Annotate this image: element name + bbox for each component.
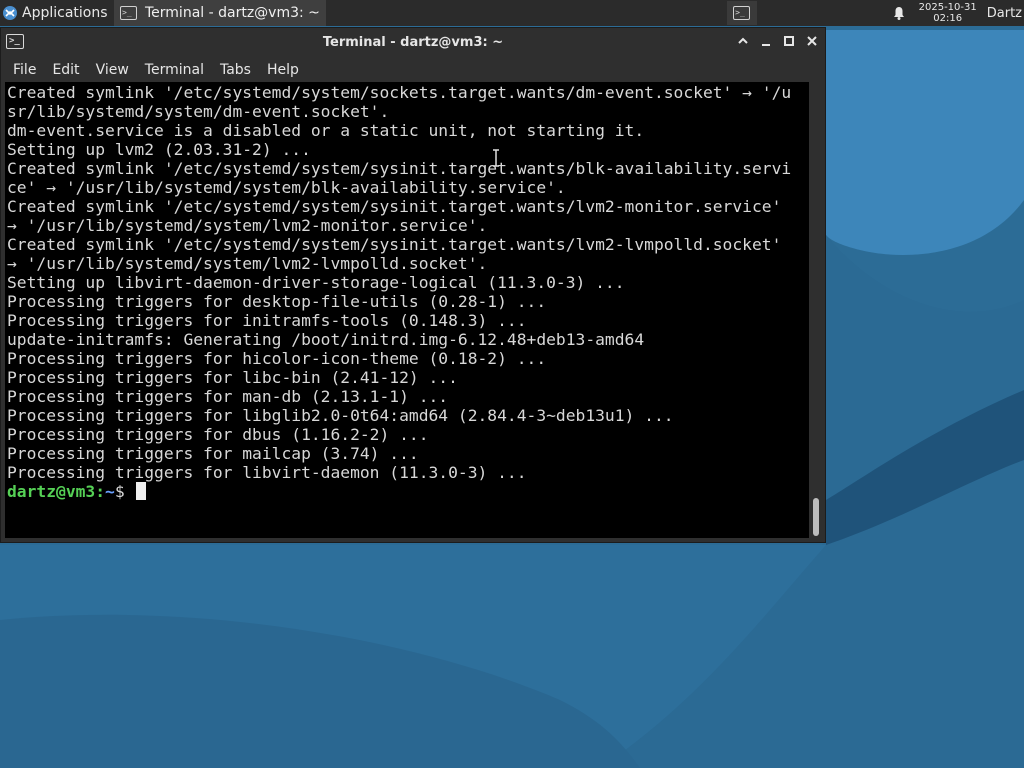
xfce-logo-icon [3, 6, 17, 20]
terminal-line: sr/lib/systemd/system/dm-event.socket'. [7, 102, 390, 121]
terminal-line: Setting up libvirt-daemon-driver-storage… [7, 273, 625, 292]
prompt-symbol: $ [114, 482, 135, 501]
terminal-line: Created symlink '/etc/systemd/system/sys… [7, 197, 782, 216]
terminal-line: Created symlink '/etc/systemd/system/sys… [7, 159, 792, 178]
terminal-line: Processing triggers for initramfs-tools … [7, 311, 527, 330]
terminal-line: dm-event.service is a disabled or a stat… [7, 121, 645, 140]
terminal-window: >_ Terminal - dartz@vm3: ~ File Edit Vie… [0, 27, 826, 543]
top-panel: Applications >_ Terminal - dartz@vm3: ~ … [0, 0, 1024, 26]
terminal-line: update-initramfs: Generating /boot/initr… [7, 330, 645, 349]
clock-date: 2025-10-31 [918, 2, 977, 13]
terminal-line: Created symlink '/etc/systemd/system/sys… [7, 235, 782, 254]
menu-edit[interactable]: Edit [44, 62, 87, 78]
terminal-line: Processing triggers for libvirt-daemon (… [7, 463, 527, 482]
terminal-line: Setting up lvm2 (2.03.31-2) ... [7, 140, 311, 159]
terminal-line: Processing triggers for dbus (1.16.2-2) … [7, 425, 429, 444]
terminal-scrollbar[interactable] [809, 82, 825, 538]
terminal-line: Processing triggers for man-db (2.13.1-1… [7, 387, 449, 406]
maximize-icon[interactable] [782, 34, 796, 48]
prompt-line: dartz@vm3:~$ [7, 482, 147, 501]
terminal-line: → '/usr/lib/systemd/system/lvm2-monitor.… [7, 216, 488, 235]
applications-menu[interactable]: Applications [0, 0, 112, 26]
terminal-line: Processing triggers for mailcap (3.74) .… [7, 444, 419, 463]
applications-label: Applications [22, 5, 108, 21]
terminal-icon: >_ [120, 6, 137, 20]
menu-file[interactable]: File [5, 62, 44, 78]
scrollbar-thumb[interactable] [813, 498, 819, 536]
taskbar-terminal-button[interactable]: >_ Terminal - dartz@vm3: ~ [114, 0, 326, 26]
prompt-separator: : [95, 482, 106, 501]
user-menu[interactable]: Dartz [987, 6, 1022, 21]
menu-terminal[interactable]: Terminal [137, 62, 212, 78]
terminal-line: Processing triggers for hicolor-icon-the… [7, 349, 547, 368]
clock-time: 02:16 [933, 13, 963, 24]
terminal-line: → '/usr/lib/systemd/system/lvm2-lvmpolld… [7, 254, 488, 273]
text-cursor [136, 482, 147, 500]
shade-icon[interactable] [736, 34, 750, 48]
tray-terminal-button[interactable]: >_ [726, 1, 757, 25]
clock[interactable]: 2025-10-31 02:16 [919, 2, 977, 24]
terminal-line: Processing triggers for libglib2.0-0t64:… [7, 406, 674, 425]
taskbar-terminal-title: Terminal - dartz@vm3: ~ [145, 5, 320, 21]
ibeam-cursor-icon [493, 149, 499, 167]
window-title: Terminal - dartz@vm3: ~ [322, 35, 504, 50]
bell-icon[interactable] [891, 5, 907, 21]
window-titlebar[interactable]: >_ Terminal - dartz@vm3: ~ [1, 28, 825, 58]
terminal-line: Processing triggers for desktop-file-uti… [7, 292, 547, 311]
window-controls [736, 34, 819, 48]
close-icon[interactable] [805, 34, 819, 48]
prompt-path: ~ [105, 482, 115, 501]
terminal-line: Created symlink '/etc/systemd/system/soc… [7, 83, 792, 102]
menu-bar: File Edit View Terminal Tabs Help [1, 58, 825, 82]
terminal-output[interactable]: Created symlink '/etc/systemd/system/soc… [5, 82, 809, 538]
terminal-text: Created symlink '/etc/systemd/system/soc… [5, 82, 809, 501]
prompt-user: dartz@vm3 [7, 482, 96, 501]
terminal-line: Processing triggers for libc-bin (2.41-1… [7, 368, 458, 387]
minimize-icon[interactable] [759, 34, 773, 48]
menu-tabs[interactable]: Tabs [212, 62, 259, 78]
menu-view[interactable]: View [88, 62, 137, 78]
menu-help[interactable]: Help [259, 62, 307, 78]
terminal-icon: >_ [733, 6, 751, 20]
terminal-line: ce' → '/usr/lib/systemd/system/blk-avail… [7, 178, 566, 197]
